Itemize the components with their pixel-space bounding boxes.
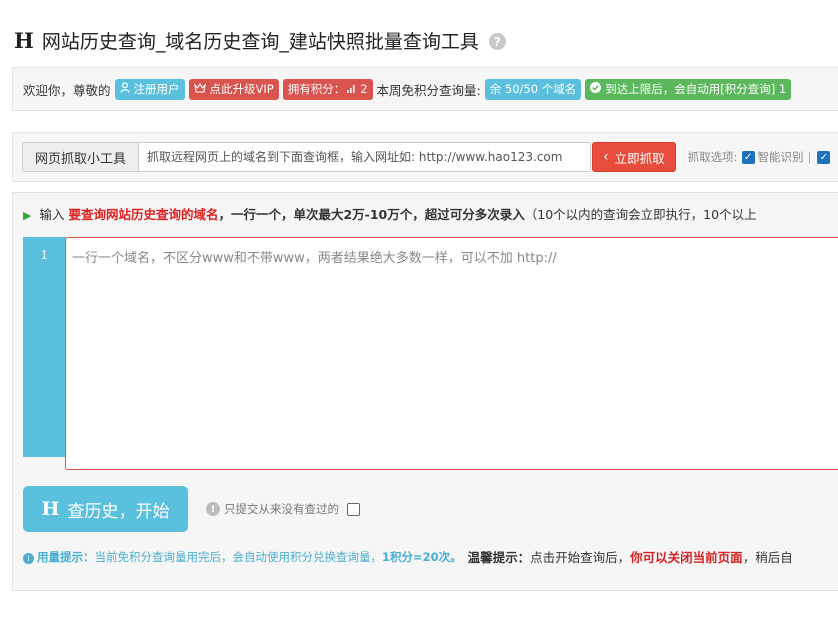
input-instructions: ▶ 输入 要查询网站历史查询的域名，一行一个，单次最大2万-10万个，超过可分多…	[23, 204, 757, 223]
grab-tool-label: 网页抓取小工具	[22, 142, 139, 172]
grab-now-button[interactable]: ‹ 立即抓取	[592, 142, 676, 172]
instr-prefix: 输入	[39, 207, 65, 222]
usage-rate: 1积分=20次。	[382, 549, 462, 564]
usage-text: 当前免积分查询量用完后，会自动使用积分兑换查询量，	[94, 549, 383, 564]
only-new-option: ! 只提交从来没有查过的	[206, 501, 360, 517]
registered-user-badge[interactable]: 注册用户	[114, 78, 185, 100]
usage-label: 用量提示：	[37, 549, 95, 564]
signal-bars-icon	[347, 83, 356, 96]
only-new-label: 只提交从来没有查过的	[224, 502, 339, 516]
chevron-left-icon: ‹	[603, 149, 609, 165]
extra-option-checkbox[interactable]: ✓	[817, 150, 831, 164]
query-panel: ▶ 输入 要查询网站历史查询的域名，一行一个，单次最大2万-10万个，超过可分多…	[12, 192, 838, 591]
quota-badge: 余 50/50 个域名	[484, 78, 582, 100]
grab-now-label: 立即抓取	[614, 150, 665, 166]
only-new-checkbox[interactable]	[347, 502, 360, 516]
submit-row: H 查历史，开始 ! 只提交从来没有查过的	[23, 486, 360, 532]
smart-detect-checkbox[interactable]: ✓	[741, 150, 755, 164]
registered-user-label: 注册用户	[133, 82, 180, 96]
info-circle-icon: i	[23, 552, 34, 564]
auto-points-label: 到达上限后，会自动用[积分查询] 1	[605, 82, 787, 96]
smart-detect-label: 智能识别	[757, 150, 804, 164]
user-icon	[119, 82, 130, 96]
grab-tool-bar: 网页抓取小工具 ‹ 立即抓取 抓取选项: ✓ 智能识别 | ✓	[12, 132, 838, 182]
upgrade-vip-button[interactable]: 点此升级VIP	[188, 78, 279, 100]
weekly-quota-label: 本周免积分查询量:	[376, 82, 481, 98]
line-number-gutter: 1	[23, 237, 66, 457]
points-label: 拥有积分：	[287, 82, 346, 96]
domain-editor: 1 一行一个域名，不区分www和不带www，两者结果绝大多数一样，可以不加 ht…	[23, 237, 838, 470]
usage-tip: i 用量提示：当前免积分查询量用完后，会自动使用积分兑换查询量，1积分=20次。	[23, 549, 462, 565]
start-query-label: 查历史，开始	[67, 501, 170, 522]
upgrade-vip-label: 点此升级VIP	[209, 82, 274, 96]
greeting-text: 欢迎你，尊敬的	[23, 82, 111, 98]
instr-middle: ，一行一个，单次最大2万-10万个，超过可分多次录入	[218, 207, 525, 222]
instr-suffix: （10个以内的查询会立即执行，10个以上	[524, 207, 757, 222]
start-query-button[interactable]: H 查历史，开始	[23, 486, 188, 532]
points-badge[interactable]: 拥有积分： 2	[282, 78, 373, 100]
check-circle-icon	[590, 82, 602, 96]
instr-highlight: 要查询网站历史查询的域名	[68, 207, 219, 222]
options-separator: |	[807, 150, 812, 164]
grab-url-input[interactable]	[138, 142, 592, 172]
grab-options-label: 抓取选项:	[687, 150, 738, 164]
logo-icon: H	[41, 498, 60, 520]
auto-points-badge: 到达上限后，会自动用[积分查询] 1	[585, 78, 792, 100]
page-title: 网站历史查询_域名历史查询_建站快照批量查询工具	[41, 30, 479, 53]
page-header: H 网站历史查询_域名历史查询_建站快照批量查询工具 ?	[14, 22, 506, 58]
warm-red: 你可以关闭当前页面	[630, 550, 743, 565]
warm-text: 点击开始查询后，	[530, 550, 631, 565]
warm-tail: ，稍后自	[742, 550, 793, 565]
site-logo: H	[14, 27, 34, 53]
question-circle-icon[interactable]: ?	[488, 33, 506, 50]
info-icon: !	[206, 502, 220, 516]
tips-row: i 用量提示：当前免积分查询量用完后，会自动使用积分兑换查询量，1积分=20次。 …	[23, 547, 793, 566]
play-arrow-icon: ▶	[23, 209, 32, 222]
welcome-bar: 欢迎你，尊敬的 注册用户 点此升级VIP 拥有积分： 2 本周免积分查询量: 余…	[12, 67, 838, 111]
points-value: 2	[360, 82, 368, 96]
warm-tip: 温馨提示：点击开始查询后，你可以关闭当前页面，稍后自	[468, 547, 793, 566]
grab-options: 抓取选项: ✓ 智能识别 | ✓	[688, 149, 834, 165]
domain-textarea[interactable]: 一行一个域名，不区分www和不带www，两者结果绝大多数一样，可以不加 http…	[65, 237, 838, 470]
crown-icon	[193, 82, 206, 96]
warm-label: 温馨提示：	[467, 550, 531, 565]
